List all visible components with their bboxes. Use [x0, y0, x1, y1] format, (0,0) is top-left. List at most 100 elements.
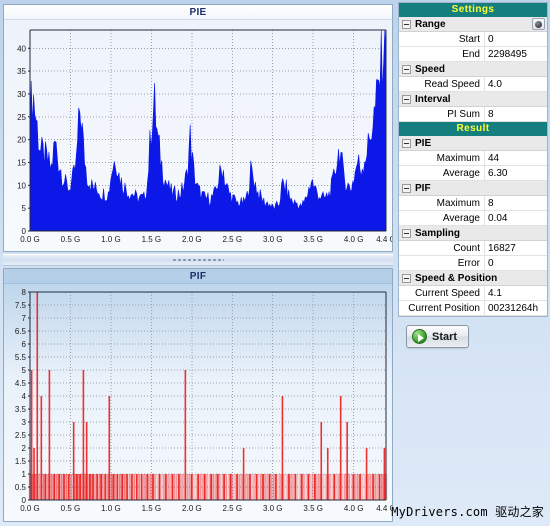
- group-row-speed[interactable]: Speed: [399, 62, 547, 77]
- svg-text:3.0 G: 3.0 G: [263, 504, 283, 513]
- svg-text:0.5 G: 0.5 G: [61, 235, 81, 244]
- range-options-button[interactable]: [532, 18, 545, 30]
- svg-text:2: 2: [22, 444, 27, 453]
- group-row-pie[interactable]: PIE: [399, 136, 547, 151]
- svg-text:1.5: 1.5: [15, 457, 27, 466]
- svg-text:4.4 G: 4.4 G: [376, 504, 392, 513]
- svg-text:5: 5: [22, 204, 27, 213]
- svg-text:20: 20: [17, 136, 26, 145]
- svg-text:0.5: 0.5: [15, 483, 27, 492]
- svg-text:2.5 G: 2.5 G: [222, 235, 242, 244]
- start-button-label: Start: [432, 330, 458, 343]
- watermark-text: MyDrivers.com 驱动之家: [391, 505, 544, 519]
- property-value[interactable]: 8: [485, 196, 547, 210]
- property-label: Current Position: [399, 301, 485, 315]
- property-value[interactable]: 0: [485, 32, 547, 46]
- collapse-minus-icon[interactable]: [402, 228, 411, 238]
- chart-splitter[interactable]: [3, 254, 393, 266]
- group-row-pif[interactable]: PIF: [399, 181, 547, 196]
- property-value[interactable]: 4.1: [485, 286, 547, 300]
- settings-sidebar: Settings Range Start 0 End 2298495 Speed Read S…: [398, 2, 548, 524]
- pie-plot-area[interactable]: 0 5 10 15 20 25 30 35 40 0.0 G 0.5 G 1.0 G 1.5 G 2.0 …: [4, 20, 392, 251]
- property-label: Maximum: [399, 151, 485, 165]
- collapse-minus-icon[interactable]: [402, 64, 411, 74]
- start-button[interactable]: Start: [406, 325, 470, 348]
- svg-text:3.0 G: 3.0 G: [263, 235, 283, 244]
- collapse-minus-icon[interactable]: [402, 94, 411, 104]
- property-row[interactable]: Read Speed 4.0: [399, 77, 547, 92]
- group-row-range[interactable]: Range: [399, 17, 547, 32]
- property-row[interactable]: Average 6.30: [399, 166, 547, 181]
- property-value[interactable]: 6.30: [485, 166, 547, 180]
- property-value[interactable]: 16827: [485, 241, 547, 255]
- svg-text:4.4 G: 4.4 G: [376, 235, 392, 244]
- svg-text:40: 40: [17, 44, 26, 53]
- group-title: Speed: [415, 63, 446, 75]
- property-label: Current Speed: [399, 286, 485, 300]
- collapse-minus-icon[interactable]: [402, 19, 411, 29]
- svg-text:4.0 G: 4.0 G: [344, 235, 364, 244]
- property-label: Start: [399, 32, 485, 46]
- svg-text:3: 3: [22, 418, 27, 427]
- property-label: Average: [399, 166, 485, 180]
- property-value[interactable]: 44: [485, 151, 547, 165]
- property-value[interactable]: 0.04: [485, 211, 547, 225]
- svg-text:0.5 G: 0.5 G: [61, 504, 81, 513]
- group-title: Sampling: [415, 227, 461, 239]
- group-title: Speed & Position: [415, 272, 498, 284]
- svg-text:0.0 G: 0.0 G: [20, 235, 40, 244]
- group-title: Range: [415, 18, 446, 30]
- svg-text:3.5 G: 3.5 G: [303, 504, 323, 513]
- property-row[interactable]: Maximum 44: [399, 151, 547, 166]
- collapse-minus-icon[interactable]: [402, 138, 411, 148]
- property-row[interactable]: Current Speed 4.1: [399, 286, 547, 301]
- disc-quality-scan-window: PIE 0 5 10 15 20 25 30 35 40 0.0 G 0.5 G 1.0 G 1.5 G…: [0, 0, 550, 526]
- property-row[interactable]: Maximum 8: [399, 196, 547, 211]
- property-value[interactable]: 2298495: [485, 47, 547, 61]
- group-title: Interval: [415, 93, 451, 105]
- group-row-speed-position[interactable]: Speed & Position: [399, 271, 547, 286]
- svg-text:2.5 G: 2.5 G: [222, 504, 242, 513]
- property-value[interactable]: 00231264h: [485, 301, 547, 315]
- svg-text:4.0 G: 4.0 G: [344, 504, 364, 513]
- property-row[interactable]: Average 0.04: [399, 211, 547, 226]
- pie-chart-panel: PIE 0 5 10 15 20 25 30 35 40 0.0 G 0.5 G 1.0 G 1.5 G…: [3, 4, 393, 252]
- property-label: Error: [399, 256, 485, 270]
- collapse-minus-icon[interactable]: [402, 183, 411, 193]
- property-value[interactable]: 8: [485, 107, 547, 121]
- property-row[interactable]: Current Position 00231264h: [399, 301, 547, 316]
- svg-text:3.5 G: 3.5 G: [303, 235, 323, 244]
- play-icon: [412, 329, 427, 344]
- svg-text:0.0 G: 0.0 G: [20, 504, 40, 513]
- svg-text:2.0 G: 2.0 G: [182, 504, 202, 513]
- pif-chart-panel: PIF 0 0.5 1 1.5 2 2.5 3 3.5 4 4.5 5 5.5 6 6.5 7 7.5 8 0.0…: [3, 268, 393, 522]
- group-row-sampling[interactable]: Sampling: [399, 226, 547, 241]
- svg-text:4.5: 4.5: [15, 379, 27, 388]
- charts-column: PIE 0 5 10 15 20 25 30 35 40 0.0 G 0.5 G 1.0 G 1.5 G…: [0, 0, 396, 526]
- svg-text:1.5 G: 1.5 G: [142, 235, 162, 244]
- settings-result-grid: Settings Range Start 0 End 2298495 Speed Read S…: [398, 2, 548, 317]
- svg-text:5.5: 5.5: [15, 353, 27, 362]
- pie-chart-title: PIE: [4, 5, 392, 20]
- property-row[interactable]: End 2298495: [399, 47, 547, 62]
- disc-icon: [535, 20, 542, 28]
- pif-plot-area[interactable]: 0 0.5 1 1.5 2 2.5 3 3.5 4 4.5 5 5.5 6 6.5 7 7.5 8 0.0 G 0.…: [4, 284, 392, 520]
- collapse-minus-icon[interactable]: [402, 273, 411, 283]
- svg-text:2.5: 2.5: [15, 431, 27, 440]
- group-title: PIF: [415, 182, 431, 194]
- property-row[interactable]: Start 0: [399, 32, 547, 47]
- property-label: Read Speed: [399, 77, 485, 91]
- splitter-grip-icon: [172, 258, 224, 262]
- svg-text:10: 10: [17, 181, 26, 190]
- pif-chart-title: PIF: [4, 269, 392, 284]
- property-row[interactable]: PI Sum 8: [399, 107, 547, 122]
- svg-text:8: 8: [22, 288, 27, 297]
- group-row-interval[interactable]: Interval: [399, 92, 547, 107]
- property-row[interactable]: Error 0: [399, 256, 547, 271]
- property-value[interactable]: 0: [485, 256, 547, 270]
- property-row[interactable]: Count 16827: [399, 241, 547, 256]
- svg-text:2.0 G: 2.0 G: [182, 235, 202, 244]
- property-label: Count: [399, 241, 485, 255]
- svg-text:3.5: 3.5: [15, 405, 27, 414]
- property-value[interactable]: 4.0: [485, 77, 547, 91]
